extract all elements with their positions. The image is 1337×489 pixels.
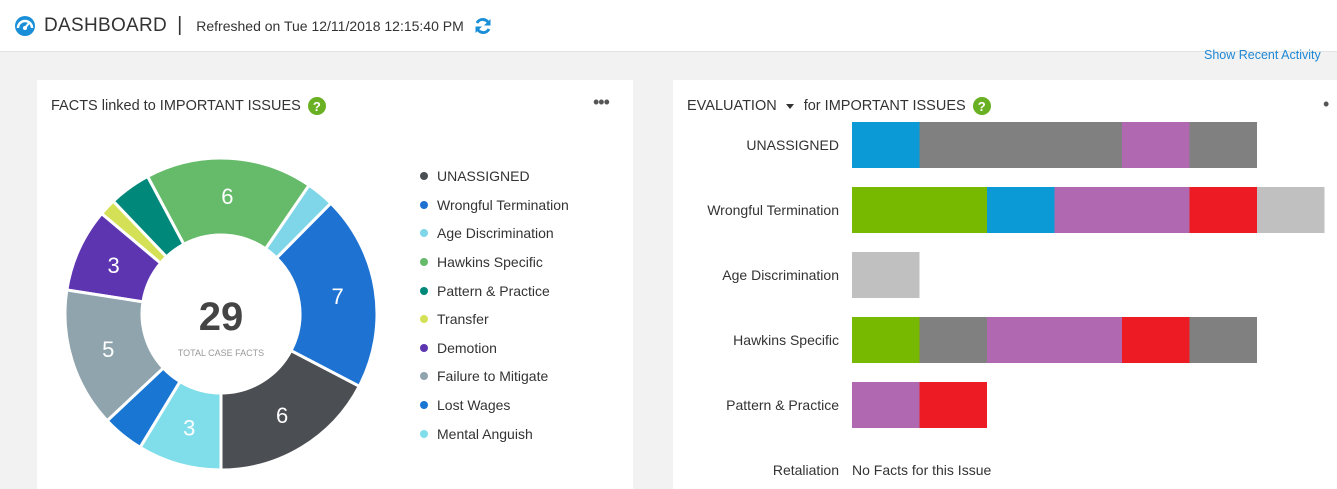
facts-donut-chart: 29 TOTAL CASE FACTS 6 7 6 3 5 3 — [65, 158, 377, 470]
legend-swatch — [420, 343, 428, 352]
bar-segment-unassigned-3[interactable] — [1189, 122, 1258, 168]
issue-label-pattern-and-practice: Pattern & Practice — [726, 397, 839, 413]
legend-label: Hawkins Specific — [437, 254, 543, 271]
facts-panel-title-text: FACTS linked to IMPORTANT ISSUES — [51, 98, 301, 114]
donut-slice-label: 3 — [107, 253, 119, 278]
legend-item-wrongful-termination[interactable]: Wrongful Termination — [420, 191, 569, 220]
bar-segment-unassigned-1[interactable] — [919, 122, 1123, 168]
donut-slice-label: 6 — [276, 403, 288, 428]
page-title: DASHBOARD — [44, 14, 168, 36]
legend-item-age-discrimination[interactable]: Age Discrimination — [420, 219, 569, 248]
bar-segment-hawkins-specific-3[interactable] — [1122, 317, 1190, 363]
donut-slice-label: 7 — [331, 284, 343, 309]
bar-segment-wrongful-termination-2[interactable] — [1054, 187, 1190, 233]
issue-label-hawkins-specific: Hawkins Specific — [733, 332, 839, 348]
legend-item-unassigned[interactable]: UNASSIGNED — [420, 162, 569, 191]
dashboard-gauge-icon — [15, 15, 35, 36]
help-icon[interactable]: ? — [307, 97, 326, 115]
total-label: TOTAL CASE FACTS — [178, 348, 264, 358]
bar-segment-hawkins-specific-0[interactable] — [852, 317, 920, 363]
legend-item-lost-wages[interactable]: Lost Wages — [420, 391, 569, 420]
bar-segment-wrongful-termination-0[interactable] — [852, 187, 987, 233]
bar-segment-hawkins-specific-1[interactable] — [919, 317, 988, 363]
show-recent-activity-link[interactable]: Show Recent Activity — [1204, 48, 1337, 62]
legend-swatch — [420, 200, 428, 209]
issue-label-retaliation: Retaliation — [772, 462, 839, 478]
donut-slice-label: 3 — [183, 416, 195, 441]
legend-item-transfer[interactable]: Transfer — [420, 305, 569, 334]
legend-label: Failure to Mitigate — [437, 368, 549, 385]
bar-segment-wrongful-termination-1[interactable] — [987, 187, 1055, 233]
issue-label-unassigned: UNASSIGNED — [746, 137, 839, 153]
bar-segment-unassigned-2[interactable] — [1122, 122, 1190, 168]
donut-slice-label: 6 — [221, 184, 233, 209]
title-separator: | — [177, 14, 183, 36]
refreshed-timestamp: Refreshed on Tue 12/11/2018 12:15:40 PM — [196, 17, 464, 34]
legend-item-mental-anguish[interactable]: Mental Anguish — [420, 419, 569, 448]
bar-segment-wrongful-termination-4[interactable] — [1257, 187, 1325, 233]
more-options-icon[interactable]: ••• — [593, 92, 610, 113]
legend-label: Mental Anguish — [437, 425, 533, 442]
bar-segment-age-discrimination-0[interactable] — [852, 252, 920, 298]
bar-segment-hawkins-specific-4[interactable] — [1189, 317, 1258, 363]
bar-segment-pattern-and-practice-0[interactable] — [852, 382, 920, 428]
facts-panel-title: FACTS linked to IMPORTANT ISSUES ? — [51, 97, 326, 115]
legend-label: Demotion — [437, 339, 497, 356]
refresh-icon[interactable] — [473, 16, 493, 36]
issue-label-wrongful-termination: Wrongful Termination — [707, 202, 839, 218]
no-facts-message: No Facts for this Issue — [852, 462, 992, 478]
legend-swatch — [420, 286, 428, 295]
legend-label: Age Discrimination — [437, 225, 554, 242]
facts-legend: UNASSIGNED Wrongful Termination Age Discri… — [420, 162, 569, 448]
legend-item-demotion[interactable]: Demotion — [420, 334, 569, 363]
legend-label: Lost Wages — [437, 397, 511, 414]
bar-segment-pattern-and-practice-1[interactable] — [919, 382, 988, 428]
legend-item-pattern-and-practice[interactable]: Pattern & Practice — [420, 276, 569, 305]
legend-swatch — [420, 258, 428, 267]
legend-label: UNASSIGNED — [437, 168, 530, 185]
legend-label: Pattern & Practice — [437, 282, 550, 299]
legend-swatch — [420, 315, 428, 324]
legend-label: Wrongful Termination — [437, 196, 569, 213]
bar-segment-hawkins-specific-2[interactable] — [987, 317, 1122, 363]
legend-swatch — [420, 229, 428, 238]
donut-slice-label: 5 — [102, 337, 114, 362]
issue-label-age-discrimination: Age Discrimination — [722, 267, 839, 283]
facts-panel: FACTS linked to IMPORTANT ISSUES ? ••• 2… — [37, 80, 633, 489]
legend-item-hawkins-specific[interactable]: Hawkins Specific — [420, 248, 569, 277]
total-count: 29 — [199, 295, 244, 339]
bar-segment-wrongful-termination-3[interactable] — [1189, 187, 1258, 233]
legend-swatch — [420, 401, 428, 410]
legend-item-failure-to-mitigate[interactable]: Failure to Mitigate — [420, 362, 569, 391]
bar-segment-unassigned-0[interactable] — [852, 122, 920, 168]
legend-swatch — [420, 372, 428, 381]
legend-label: Transfer — [437, 311, 489, 328]
evaluation-panel: EVALUATION for IMPORTANT ISSUES ? • UNAS… — [673, 80, 1337, 489]
legend-swatch — [420, 429, 428, 438]
legend-swatch — [420, 172, 428, 181]
top-bar: DASHBOARD | Refreshed on Tue 12/11/2018 … — [0, 0, 1337, 52]
